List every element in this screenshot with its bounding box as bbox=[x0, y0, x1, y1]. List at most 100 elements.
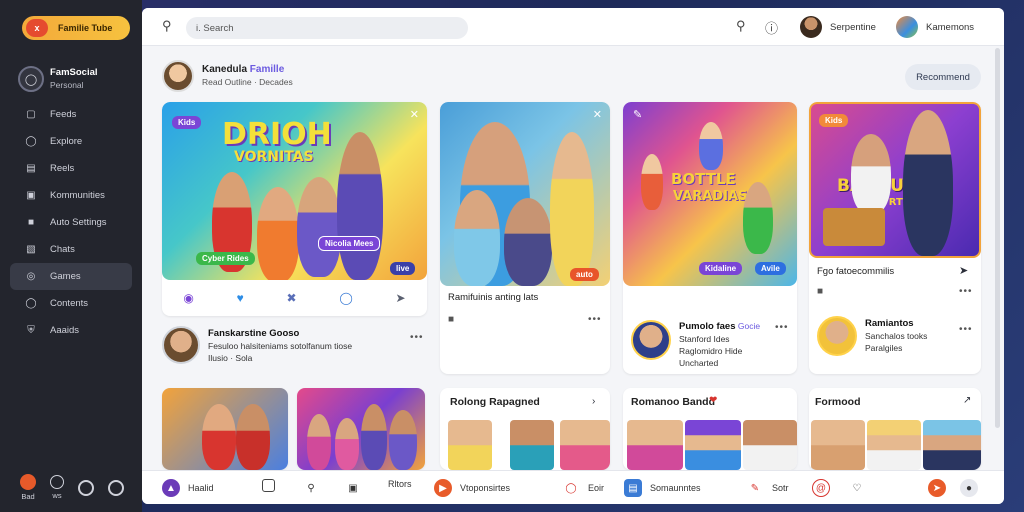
send-icon[interactable]: ➤ bbox=[959, 264, 968, 277]
bottom-item-heart[interactable]: ♡ bbox=[848, 479, 874, 497]
heart-icon[interactable]: ❤ bbox=[709, 395, 717, 406]
share-icon: ➤ bbox=[928, 479, 946, 497]
brand-logo[interactable]: x Familie Tube bbox=[22, 16, 130, 40]
avatar[interactable] bbox=[162, 60, 194, 92]
sidebar-item-contents[interactable]: ◯ Contents bbox=[10, 290, 132, 317]
sidebar-item-kommunities[interactable]: ▣ Kommunities bbox=[10, 182, 132, 209]
edit-icon: ✎ bbox=[750, 482, 760, 494]
avatar[interactable] bbox=[817, 316, 857, 356]
sidebar-item-games[interactable]: ◎ Games bbox=[10, 263, 132, 290]
close-icon[interactable]: ✕ bbox=[593, 108, 602, 121]
trend-icon[interactable]: ↗ bbox=[963, 395, 971, 406]
more-icon[interactable]: ■ bbox=[448, 314, 455, 325]
author-meta: Ramiantos Sanchalos tooks Paralgiles bbox=[865, 318, 928, 353]
globe-button[interactable] bbox=[78, 479, 94, 496]
more-menu[interactable]: ••• bbox=[410, 332, 424, 343]
author-name[interactable]: Pumolo faes bbox=[679, 321, 736, 332]
search-icon[interactable]: ⚲ bbox=[162, 18, 172, 34]
scrollbar[interactable] bbox=[995, 48, 1000, 428]
search-input[interactable]: i. Search bbox=[186, 17, 468, 39]
more-menu[interactable]: ••• bbox=[775, 322, 789, 333]
bottom-item-edit[interactable]: ✎ Sotr bbox=[746, 479, 789, 497]
profile-sub: Personal bbox=[50, 80, 84, 90]
profile-name: FamSocial bbox=[50, 67, 98, 78]
person bbox=[560, 420, 610, 470]
avatar[interactable] bbox=[162, 326, 200, 364]
user-chip-2[interactable]: Kamemons bbox=[896, 16, 974, 38]
chevron-right-icon[interactable]: › bbox=[592, 396, 595, 407]
bottom-item-at[interactable]: @ bbox=[812, 479, 838, 497]
person bbox=[448, 420, 492, 470]
sidebar-item-aaaids[interactable]: ⛨ Aaaids bbox=[10, 317, 132, 344]
video-thumbnail[interactable]: BOTTLE VARADIAS Kidaline Avile ✎ bbox=[623, 102, 797, 286]
section-title: Rolong Rapagned bbox=[450, 396, 540, 408]
avatar[interactable] bbox=[631, 320, 671, 360]
close-icon[interactable]: ✕ bbox=[410, 108, 419, 121]
person bbox=[811, 420, 865, 470]
help-button[interactable] bbox=[108, 479, 124, 496]
heart-icon[interactable]: ♥ bbox=[237, 291, 244, 305]
comment-icon[interactable]: ◯ bbox=[339, 291, 352, 305]
sidebar-item-feeds[interactable]: ▢ Feeds bbox=[10, 101, 132, 128]
bottom-item-chat[interactable]: ◯ Eoir bbox=[562, 479, 604, 497]
community-icon: ▣ bbox=[26, 190, 36, 201]
video-card[interactable]: DRIOH VORNITAS Kids Cyber Rides Nicolia … bbox=[162, 102, 427, 316]
bottom-item-more[interactable]: ● bbox=[960, 479, 986, 497]
bottom-item-video[interactable]: ▶ Vtoponsirtes bbox=[434, 479, 510, 497]
settings-button[interactable]: ws bbox=[50, 475, 64, 500]
help-icon[interactable]: ⓘ bbox=[765, 18, 778, 37]
video-thumbnail[interactable] bbox=[162, 388, 288, 470]
record-button[interactable]: Bad bbox=[20, 474, 36, 501]
bottom-item-home[interactable]: ▲ Haalid bbox=[162, 479, 214, 497]
sidebar-item-label: Kommunities bbox=[50, 190, 105, 201]
video-thumbnail[interactable]: BARGUIT VRTUL Kids bbox=[809, 102, 981, 258]
sidebar-item-reels[interactable]: ▤ Reels bbox=[10, 155, 132, 182]
recommend-button[interactable]: Recommend bbox=[905, 64, 981, 90]
share-icon[interactable]: ✖ bbox=[287, 291, 297, 305]
person bbox=[454, 190, 500, 286]
sidebar: x Familie Tube ◯ FamSocial Personal ▢ Fee… bbox=[0, 0, 142, 512]
video-thumbnail[interactable] bbox=[297, 388, 425, 470]
edit-icon[interactable]: ✎ bbox=[633, 108, 642, 121]
bottom-item-image[interactable]: ▣ bbox=[344, 479, 370, 497]
bottom-item-share[interactable]: ➤ bbox=[928, 479, 954, 497]
emoji-icon[interactable]: ◉ bbox=[183, 291, 193, 305]
video-card[interactable]: BOTTLE VARADIAS Kidaline Avile ✎ Pumolo … bbox=[623, 102, 797, 374]
shield-icon: ⛨ bbox=[27, 325, 35, 336]
profile-avatar-icon: ◯ bbox=[18, 66, 44, 92]
person bbox=[335, 418, 359, 470]
user-chip-1[interactable]: Serpentine bbox=[800, 16, 876, 38]
profile-switcher[interactable]: ◯ FamSocial Personal bbox=[18, 64, 130, 94]
video-card[interactable]: BARGUIT VRTUL Kids Fgo fatoecommilis ➤ ■… bbox=[809, 102, 981, 374]
video-thumbnail[interactable]: DRIOH VORNITAS Kids Cyber Rides Nicolia … bbox=[162, 102, 427, 280]
more-menu[interactable]: ••• bbox=[588, 314, 602, 325]
bottom-item-search[interactable]: ⚲ bbox=[302, 479, 328, 497]
bookmark-icon bbox=[262, 479, 275, 492]
more-menu[interactable]: ••• bbox=[959, 286, 973, 297]
author-name[interactable]: Ramiantos bbox=[865, 318, 927, 330]
more-icon[interactable]: ■ bbox=[817, 286, 824, 297]
person bbox=[550, 132, 594, 286]
sidebar-nav: ▢ Feeds ◯ Explore ▤ Reels ▣ Kommunities ■ Aut… bbox=[10, 101, 132, 344]
sidebar-item-chats[interactable]: ▧ Chats bbox=[10, 236, 132, 263]
section-title: Romanoo Bandd bbox=[631, 396, 715, 408]
bottom-item-bookmark[interactable] bbox=[262, 479, 283, 492]
post-author[interactable]: Kanedula bbox=[202, 64, 247, 75]
send-icon[interactable]: ➤ bbox=[396, 291, 406, 305]
more-menu[interactable]: ••• bbox=[959, 324, 973, 335]
person bbox=[851, 134, 891, 214]
sidebar-item-explore[interactable]: ◯ Explore bbox=[10, 128, 132, 155]
bottom-item-community[interactable]: ▤ Somaunntes bbox=[624, 479, 701, 497]
video-card[interactable]: auto ✕ Ramifuinis anting lats ■ ••• bbox=[440, 102, 610, 374]
search-icon[interactable]: ⚲ bbox=[736, 18, 746, 34]
sidebar-item-label: Auto Settings bbox=[50, 217, 107, 228]
sidebar-item-auto-settings[interactable]: ■ Auto Settings bbox=[10, 209, 132, 236]
bottom-bar: ▲ Haalid ⚲ ▣ Rltors ▶ Vtoponsirtes ◯ Eoir ▤… bbox=[142, 470, 1004, 504]
author-tag: Famille bbox=[249, 64, 285, 75]
sidebar-bottom: Bad ws bbox=[20, 474, 124, 501]
post-author[interactable]: Fanskarstine Gooso bbox=[208, 328, 428, 340]
sidebar-item-label: Feeds bbox=[50, 109, 77, 120]
video-thumbnail[interactable]: auto ✕ bbox=[440, 102, 610, 286]
person bbox=[867, 420, 921, 470]
bottom-item-filters[interactable]: Rltors bbox=[388, 479, 412, 489]
